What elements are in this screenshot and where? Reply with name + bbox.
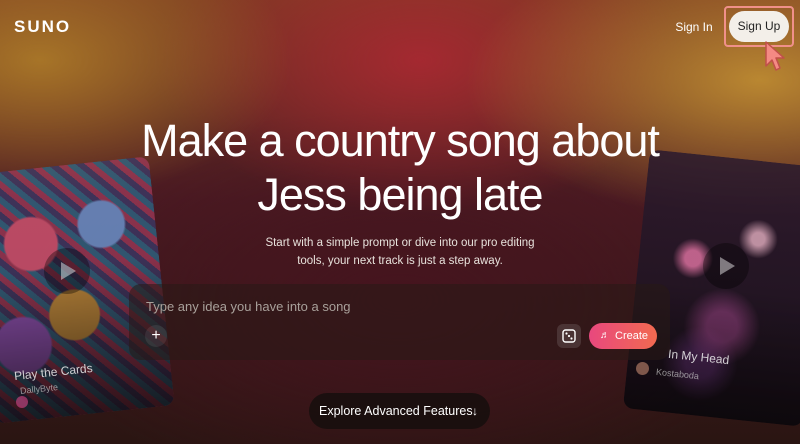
- arrow-down-icon: ↓: [472, 404, 478, 418]
- mouse-cursor-icon: [765, 41, 785, 71]
- song-prompt-input[interactable]: [146, 296, 626, 316]
- avatar: [16, 396, 28, 408]
- create-button-label: Create: [615, 330, 649, 342]
- page-subtitle-line: Start with a simple prompt or dive into …: [265, 237, 535, 249]
- page-subtitle-line: tools, your next track is just a step aw…: [297, 255, 503, 267]
- play-icon[interactable]: [44, 248, 90, 294]
- create-button[interactable]: ♬ Create: [589, 323, 657, 349]
- logo[interactable]: SUNO: [14, 17, 71, 37]
- avatar: [636, 362, 649, 375]
- dice-icon: [562, 329, 576, 343]
- add-button[interactable]: +: [145, 325, 167, 347]
- page-title-line: Jess being late: [257, 169, 543, 220]
- page-title: Make a country song about Jess being lat…: [100, 114, 700, 222]
- page-subtitle: Start with a simple prompt or dive into …: [250, 234, 550, 270]
- sign-up-button[interactable]: Sign Up: [729, 11, 789, 42]
- sign-in-button[interactable]: Sign In: [668, 12, 720, 42]
- explore-advanced-features-button[interactable]: Explore Advanced Features ↓: [309, 393, 490, 429]
- play-icon[interactable]: [703, 243, 749, 289]
- random-dice-button[interactable]: [557, 324, 581, 348]
- music-note-icon: ♬: [600, 330, 610, 341]
- page-title-line: Make a country song about: [141, 115, 660, 166]
- explore-button-label: Explore Advanced Features: [319, 404, 473, 418]
